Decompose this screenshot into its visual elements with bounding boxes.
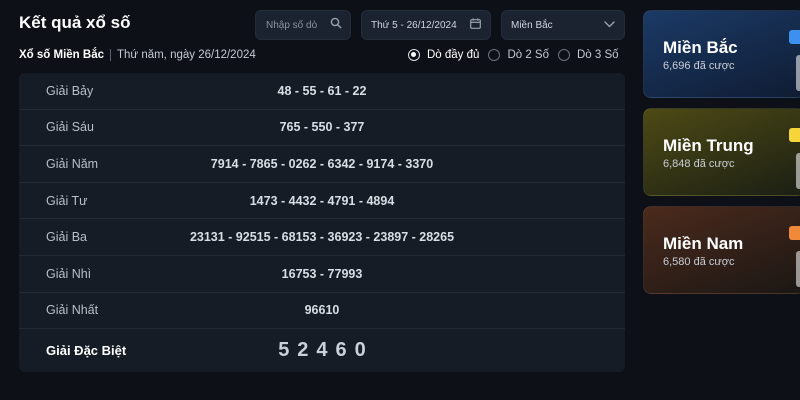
table-row: Giải Năm 7914 - 7865 - 0262 - 6342 - 917… — [19, 146, 625, 183]
region-tag-icon — [789, 128, 800, 142]
region-tag-icon — [789, 226, 800, 240]
radio-icon[interactable] — [558, 49, 570, 61]
region-select-value: Miền Bắc — [511, 19, 553, 31]
region-card-mien-trung[interactable]: Miền Trung 6,848 đã cược — [643, 108, 800, 196]
table-row: Giải Ba 23131 - 92515 - 68153 - 36923 - … — [19, 219, 625, 256]
region-card-mien-nam[interactable]: Miền Nam 6,580 đã cược — [643, 206, 800, 294]
region-card-mien-bac[interactable]: Miền Bắc 6,696 đã cược — [643, 10, 800, 98]
results-region: Xổ số Miền Bắc — [19, 49, 104, 61]
date-value: Thứ 5 - 26/12/2024 — [371, 19, 457, 31]
prize-numbers: 7914 - 7865 - 0262 - 6342 - 9174 - 3370 — [210, 156, 434, 171]
search-box[interactable] — [255, 10, 351, 40]
option-full[interactable]: Dò đầy đủ — [408, 49, 479, 61]
chevron-down-icon[interactable] — [604, 20, 615, 31]
table-row: Giải Sáu 765 - 550 - 377 — [19, 110, 625, 147]
region-tag-icon — [789, 30, 800, 44]
option-2-digits[interactable]: Dò 2 Số — [488, 49, 549, 61]
card-scroll-strip — [796, 251, 800, 287]
special-prize-number: 52460 — [278, 338, 374, 361]
option-3-digits[interactable]: Dò 3 Số — [558, 49, 619, 61]
results-date: Thứ năm, ngày 26/12/2024 — [117, 49, 256, 61]
search-input[interactable] — [266, 19, 330, 31]
calendar-icon[interactable] — [470, 18, 481, 32]
table-row: Giải Nhì 16753 - 77993 — [19, 256, 625, 293]
prize-numbers: 16753 - 77993 — [281, 266, 363, 281]
radio-selected-icon[interactable] — [408, 49, 420, 61]
region-card-name: Miền Trung — [663, 136, 754, 155]
card-scroll-strip — [796, 55, 800, 91]
option-label: Dò 2 Số — [507, 49, 549, 61]
region-cards: Miền Bắc 6,696 đã cược Miền Trung 6,848 … — [643, 10, 800, 304]
results-subheader: Xổ số Miền Bắc Thứ năm, ngày 26/12/2024 — [19, 49, 256, 61]
region-card-name: Miền Bắc — [663, 38, 738, 57]
option-label: Dò 3 Số — [577, 49, 619, 61]
special-prize-row: Giải Đặc Biệt 52460 — [19, 329, 625, 371]
page-title: Kết quả xổ số — [19, 13, 131, 32]
region-card-count: 6,696 đã cược — [663, 60, 735, 72]
region-card-count: 6,848 đã cược — [663, 158, 735, 170]
check-mode-options: Dò đầy đủ Dò 2 Số Dò 3 Số — [408, 49, 619, 61]
results-table: Giải Bảy 48 - 55 - 61 - 22 Giải Sáu 765 … — [19, 73, 625, 372]
prize-numbers: 23131 - 92515 - 68153 - 36923 - 23897 - … — [189, 230, 455, 245]
prize-numbers: 96610 — [304, 303, 340, 318]
region-select[interactable]: Miền Bắc — [501, 10, 625, 40]
prize-numbers: 765 - 550 - 377 — [279, 120, 365, 135]
date-picker[interactable]: Thứ 5 - 26/12/2024 — [361, 10, 491, 40]
option-label: Dò đầy đủ — [427, 49, 480, 61]
region-card-name: Miền Nam — [663, 234, 744, 253]
region-card-count: 6,580 đã cược — [663, 256, 735, 268]
table-row: Giải Bảy 48 - 55 - 61 - 22 — [19, 73, 625, 110]
table-row: Giải Nhất 96610 — [19, 293, 625, 330]
prize-numbers: 1473 - 4432 - 4791 - 4894 — [249, 193, 395, 208]
prize-numbers: 48 - 55 - 61 - 22 — [277, 83, 367, 98]
radio-icon[interactable] — [488, 49, 501, 61]
search-icon[interactable] — [330, 16, 342, 34]
divider — [110, 49, 111, 61]
table-row: Giải Tư 1473 - 4432 - 4791 - 4894 — [19, 183, 625, 220]
card-scroll-strip — [796, 153, 800, 189]
